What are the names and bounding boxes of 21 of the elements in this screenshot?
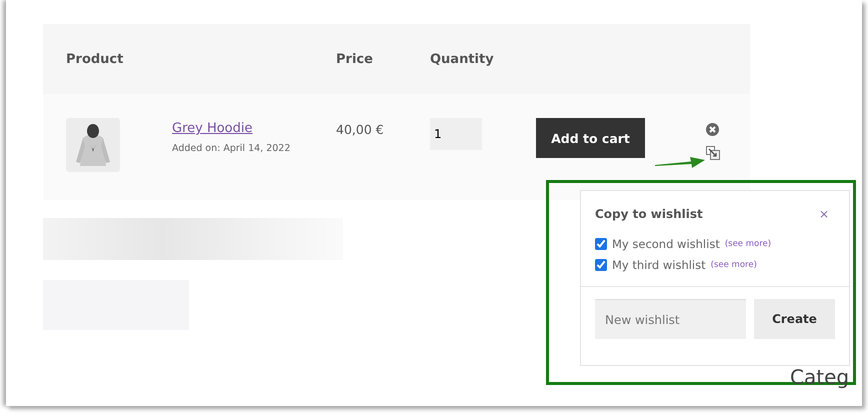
quantity-field[interactable]: 1	[430, 118, 482, 150]
remove-icon[interactable]	[706, 123, 719, 136]
column-header: Quantity	[430, 52, 494, 66]
wishlist-name: My second wishlist	[612, 237, 720, 251]
copy-icon[interactable]	[706, 146, 720, 160]
price-text: 40,00 €	[336, 121, 385, 137]
checkbox[interactable]	[595, 238, 607, 250]
added-date: Added on: April 14, 2022	[172, 143, 292, 154]
close-button[interactable]: ×	[818, 207, 829, 221]
product-link[interactable]: Grey Hoodie	[172, 121, 336, 136]
column-header: Product	[66, 52, 124, 66]
add-to-cart-button[interactable]: Add to cart	[536, 118, 645, 158]
popup-title: Copy to wishlist	[595, 207, 703, 221]
input-field[interactable]: New wishlist	[595, 299, 746, 339]
checkbox[interactable]	[595, 259, 607, 271]
create-button[interactable]: Create	[754, 299, 835, 339]
see-more-link[interactable]: (see more)	[710, 260, 757, 270]
column-header: Price	[336, 52, 374, 66]
see-more-link[interactable]: (see more)	[724, 239, 772, 249]
wishlist-name: My third wishlist	[612, 258, 706, 272]
arrow-icon	[655, 155, 705, 169]
